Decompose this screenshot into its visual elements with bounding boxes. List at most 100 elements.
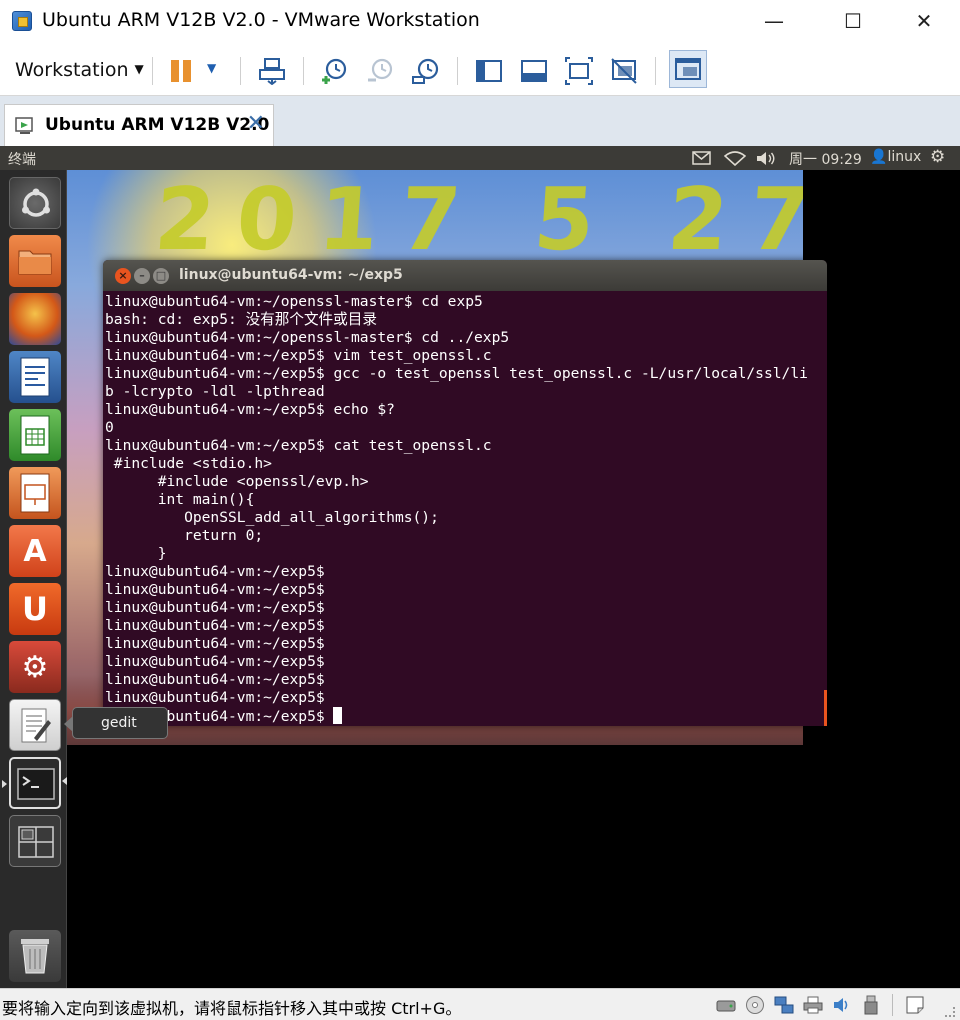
user-icon: 👤 [870,149,888,165]
status-divider [892,994,893,1016]
terminal-running-indicator [2,780,7,788]
send-ctrl-alt-del-icon[interactable] [258,57,286,85]
console-view-button[interactable] [669,50,707,88]
terminal-focused-indicator [62,777,67,785]
message-log-icon[interactable] [905,995,925,1015]
launcher-libreoffice-calc[interactable] [9,409,61,461]
status-bar: 要将输入定向到该虚拟机，请将鼠标指针移入其中或按 Ctrl+G。 [0,988,960,1020]
terminal-line: 0 [105,419,114,436]
take-snapshot-icon[interactable] [320,57,348,85]
network-adapter-icon[interactable] [774,995,794,1015]
terminal-line: linux@ubuntu64-vm:~/exp5$ vim test_opens… [105,347,492,364]
wallpaper-handwriting: 2017 5 27 [151,170,803,270]
usb-device-icon[interactable] [861,995,881,1015]
terminal-scrollbar[interactable] [824,690,827,726]
user-menu[interactable]: 👤linux [870,149,921,165]
tab-ubuntu-arm-vm[interactable]: Ubuntu ARM V12B V2.0 ✕ [4,104,274,146]
terminal-line: linux@ubuntu64-vm:~/exp5$ [105,617,325,634]
launcher-tooltip: gedit [64,707,168,739]
terminal-line: int main(){ [105,491,255,508]
system-settings-icon: ⚙ [21,649,49,685]
terminal-title: linux@ubuntu64-vm: ~/exp5 [179,267,403,283]
terminal-output[interactable]: linux@ubuntu64-vm:~/openssl-master$ cd e… [105,291,825,726]
sound-card-icon[interactable] [832,995,852,1015]
gear-icon[interactable]: ⚙ [930,147,945,167]
launcher-ubuntu-one[interactable]: U [9,583,61,635]
terminal-line: OpenSSL_add_all_algorithms(); [105,509,439,526]
printer-icon[interactable] [803,995,823,1015]
mail-icon[interactable] [692,151,711,165]
firefox-icon [9,293,61,345]
snapshot-manager-icon[interactable] [412,57,440,85]
workspace-switcher-icon [18,826,54,858]
toolbar: Workstation ▼ ▼ [0,44,960,96]
launcher-libreoffice-impress[interactable] [9,467,61,519]
unity-mode-icon[interactable] [610,57,638,85]
workstation-menu[interactable]: Workstation ▼ [15,59,144,81]
terminal-close-button[interactable]: × [115,268,131,284]
terminal-line: linux@ubuntu64-vm:~/exp5$ [105,689,325,706]
cd-dvd-icon[interactable] [745,995,765,1015]
launcher-system-settings[interactable]: ⚙ [9,641,61,693]
hard-disk-icon[interactable] [716,995,736,1015]
tab-close-icon[interactable]: ✕ [247,111,265,136]
pause-dropdown-chevron-icon[interactable]: ▼ [207,61,216,75]
terminal-icon [17,768,55,800]
vmware-app-icon [12,11,32,31]
window-title: Ubuntu ARM V12B V2.0 - VMware Workstatio… [42,9,480,31]
workstation-menu-label: Workstation [15,59,129,81]
launcher-firefox[interactable] [9,293,61,345]
window-titlebar: Ubuntu ARM V12B V2.0 - VMware Workstatio… [0,0,960,44]
revert-snapshot-icon [368,58,393,82]
terminal-line: #include <stdio.h> [105,455,272,472]
maximize-button[interactable]: ☐ [831,6,875,38]
show-library-icon[interactable] [475,57,503,85]
launcher-libreoffice-writer[interactable] [9,351,61,403]
toolbar-divider [655,57,656,85]
calc-spreadsheet-icon [20,415,50,455]
user-name: linux [887,149,922,165]
terminal-minimize-button[interactable]: – [134,268,150,284]
terminal-prompt-line[interactable]: linux@ubuntu64-vm:~/exp5$ [105,707,825,725]
vm-display[interactable]: 终端 周一 09:29 👤linux ⚙ 2017 5 27 A U ⚙ × –… [0,146,960,988]
terminal-line: linux@ubuntu64-vm:~/openssl-master$ cd .… [105,329,510,346]
launcher-dash-home[interactable] [9,177,61,229]
volume-icon[interactable] [756,151,776,166]
virtual-machine-icon [15,117,33,134]
terminal-line: #include <openssl/evp.h> [105,473,369,490]
text-editor-icon [21,708,51,743]
network-wifi-icon[interactable] [724,151,746,166]
terminal-line: bash: cd: exp5: 没有那个文件或目录 [105,311,377,328]
pause-icon[interactable] [171,60,193,82]
terminal-line: linux@ubuntu64-vm:~/exp5$ [105,581,325,598]
terminal-cursor [333,707,343,724]
terminal-window[interactable]: × – □ linux@ubuntu64-vm: ~/exp5 linux@ub… [103,260,827,726]
resize-grip[interactable] [945,1007,955,1017]
launcher-gedit[interactable] [9,699,61,751]
terminal-line: linux@ubuntu64-vm:~/exp5$ [105,563,325,580]
terminal-line: return 0; [105,527,264,544]
unity-launcher: A U ⚙ [0,170,67,988]
launcher-workspace-switcher[interactable] [9,815,61,867]
terminal-line: } [105,545,167,562]
close-button[interactable]: ✕ [902,6,946,38]
terminal-line: linux@ubuntu64-vm:~/openssl-master$ cd e… [105,293,483,310]
toolbar-divider [240,57,241,85]
terminal-line: linux@ubuntu64-vm:~/exp5$ [105,599,325,616]
launcher-terminal[interactable] [9,757,61,809]
launcher-software-center[interactable]: A [9,525,61,577]
launcher-trash[interactable] [9,930,61,982]
clock[interactable]: 周一 09:29 [789,149,862,169]
terminal-line: linux@ubuntu64-vm:~/exp5$ [105,635,325,652]
launcher-files[interactable] [9,235,61,287]
ubuntu-one-icon: U [22,590,48,628]
terminal-titlebar[interactable]: × – □ linux@ubuntu64-vm: ~/exp5 [103,260,827,291]
terminal-maximize-button[interactable]: □ [153,268,169,284]
terminal-line: linux@ubuntu64-vm:~/exp5$ [105,653,325,670]
show-thumbnail-bar-icon[interactable] [520,57,548,85]
minimize-button[interactable]: — [752,6,796,38]
trash-icon [21,939,49,974]
folder-icon [18,250,52,275]
active-app-title: 终端 [8,152,36,168]
full-screen-icon[interactable] [565,57,593,85]
